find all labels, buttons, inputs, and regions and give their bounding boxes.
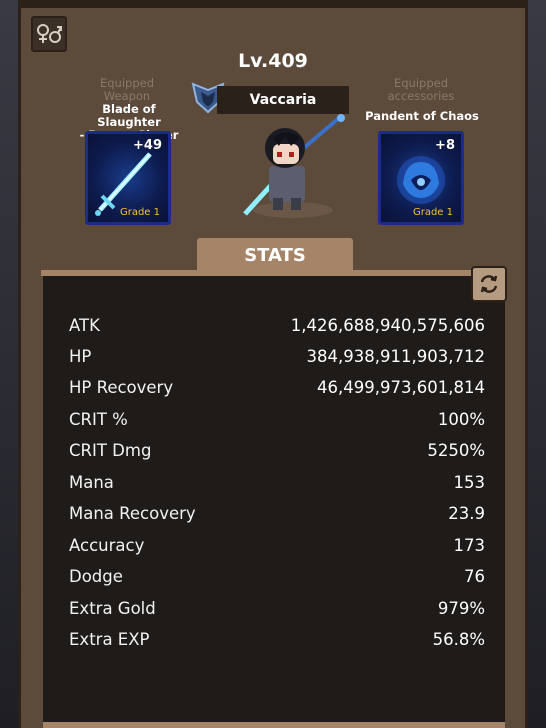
stat-row-crit-dmg: CRIT Dmg 5250% [69, 438, 485, 462]
stat-row-extra-gold: Extra Gold 979% [69, 596, 485, 620]
refresh-icon [480, 275, 498, 293]
stat-value: 46,499,973,601,814 [317, 377, 485, 397]
weapon-enhance-level: +49 [133, 138, 162, 153]
stat-label: Extra Gold [69, 598, 156, 618]
stat-label: HP Recovery [69, 377, 174, 397]
accessory-caption-line2: accessories [387, 89, 455, 103]
character-level: Lv.409 [238, 50, 308, 72]
weapon-grade: Grade 1 [119, 207, 160, 218]
stat-label: Extra EXP [69, 629, 150, 649]
panel-bottom-border [43, 722, 505, 728]
stat-value: 56.8% [432, 629, 485, 649]
stat-row-mana-recovery: Mana Recovery 23.9 [69, 501, 485, 525]
stat-row-atk: ATK 1,426,688,940,575,606 [69, 313, 485, 337]
character-sprite [243, 114, 345, 218]
stat-row-crit-rate: CRIT % 100% [69, 407, 485, 431]
accessory-enhance-level: +8 [435, 138, 455, 153]
stat-row-dodge: Dodge 76 [69, 564, 485, 588]
stat-label: CRIT % [69, 409, 128, 429]
stat-label: HP [69, 346, 92, 366]
stat-value: 76 [464, 566, 485, 586]
stat-value: 384,938,911,903,712 [306, 346, 485, 366]
stat-label: Accuracy [69, 535, 145, 555]
stat-value: 153 [453, 472, 486, 492]
weapon-slot[interactable]: +49 Grade 1 [85, 131, 171, 225]
accessory-name: Pandent of Chaos [365, 109, 479, 123]
stat-row-extra-exp: Extra EXP 56.8% [69, 627, 485, 651]
stat-label: ATK [69, 315, 100, 335]
tab-stats[interactable]: STATS [197, 238, 353, 272]
accessory-slot[interactable]: +8 Grade 1 [378, 131, 464, 225]
stat-value: 5250% [427, 440, 485, 460]
stat-label: Mana Recovery [69, 503, 196, 523]
stat-row-mana: Mana 153 [69, 470, 485, 494]
stat-label: Mana [69, 472, 114, 492]
panel-top-border [21, 0, 525, 8]
accessory-grade: Grade 1 [412, 207, 453, 218]
refresh-button[interactable] [471, 266, 507, 302]
weapon-name-line1: Blade of Slaughter [97, 102, 161, 129]
stat-value: 23.9 [448, 503, 485, 523]
stat-label: CRIT Dmg [69, 440, 152, 460]
stats-list: ATK 1,426,688,940,575,606 HP 384,938,911… [43, 276, 505, 726]
stat-value: 979% [437, 598, 485, 618]
gender-button[interactable] [31, 16, 67, 52]
background-right [526, 0, 546, 728]
stat-row-hp: HP 384,938,911,903,712 [69, 344, 485, 368]
character-panel: Lv.409 Equipped Weapon Blade of Slaughte… [18, 0, 528, 728]
stat-label: Dodge [69, 566, 123, 586]
weapon-slot-caption: Equipped Weapon [99, 76, 155, 103]
stat-value: 100% [437, 409, 485, 429]
stat-value: 1,426,688,940,575,606 [290, 315, 485, 335]
gender-icon [37, 24, 62, 43]
stat-row-accuracy: Accuracy 173 [69, 533, 485, 557]
character-name: Vaccaria [217, 86, 349, 114]
stat-value: 173 [453, 535, 486, 555]
stat-row-hp-recovery: HP Recovery 46,499,973,601,814 [69, 375, 485, 399]
accessory-slot-caption: Equipped accessories [371, 77, 471, 103]
